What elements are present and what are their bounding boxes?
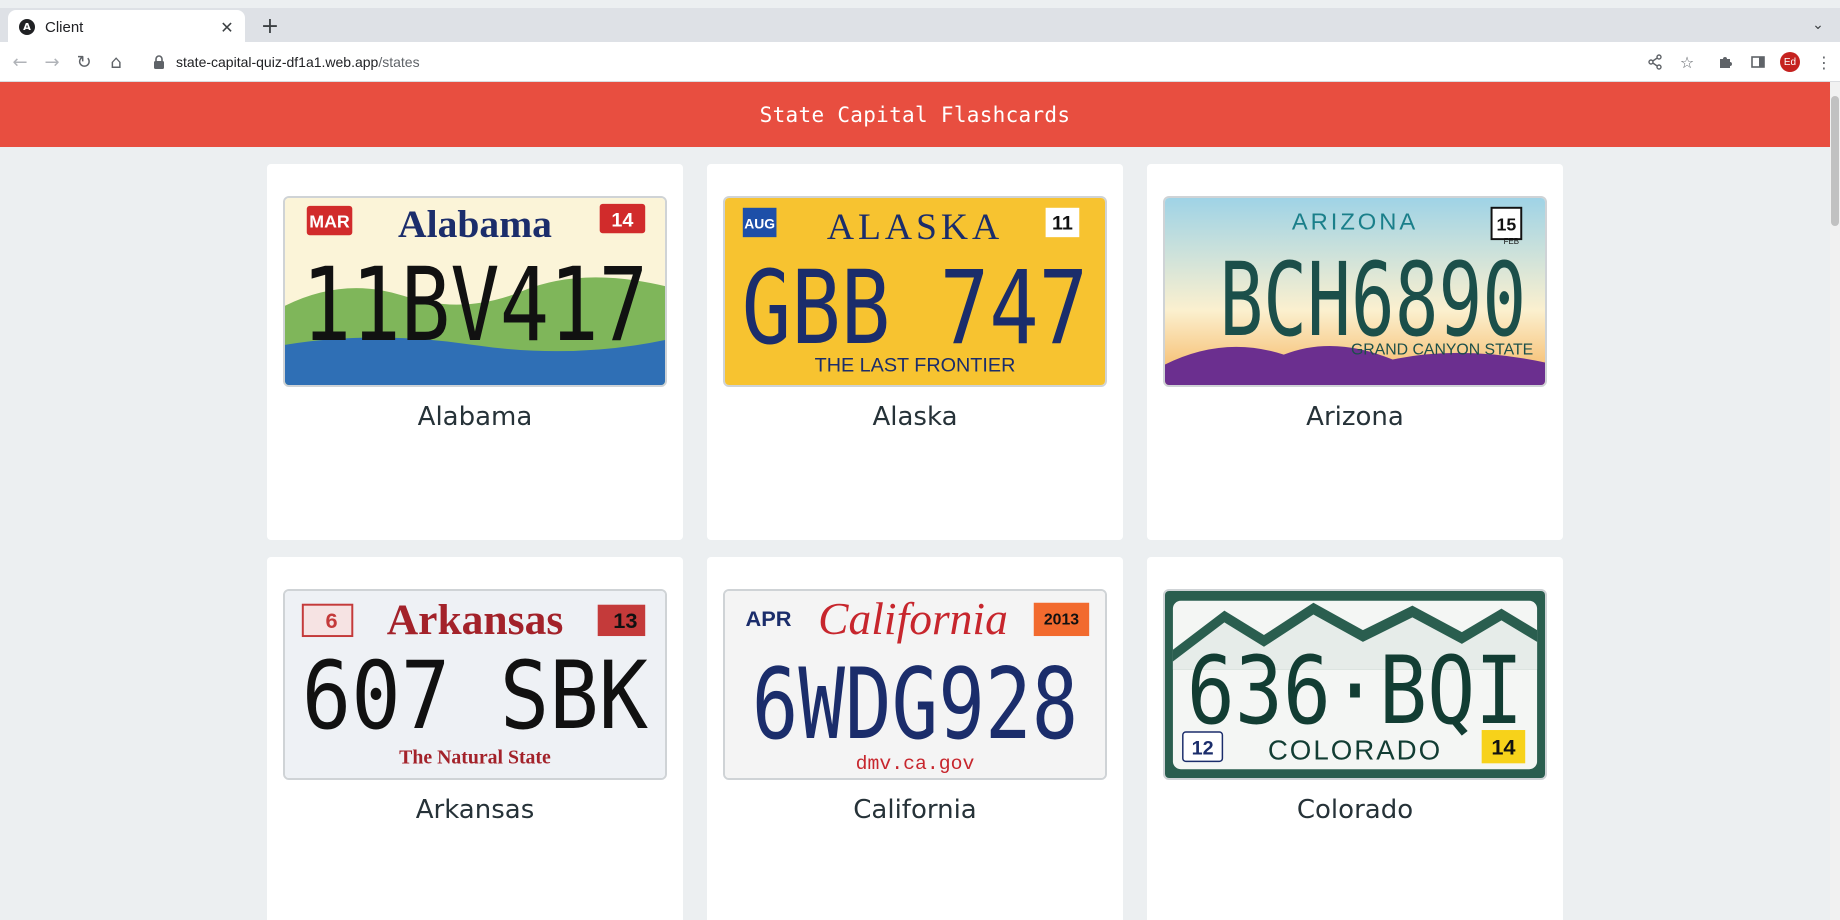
state-card-alaska[interactable]: AUG 11 ALASKA GBB 747 THE LAST FRONTIER … <box>707 164 1123 540</box>
url-path: /states <box>378 54 420 70</box>
share-icon[interactable] <box>1643 50 1667 74</box>
svg-text:MAR: MAR <box>309 211 350 231</box>
svg-text:dmv.ca.gov: dmv.ca.gov <box>856 753 975 775</box>
svg-text:13: 13 <box>613 608 637 633</box>
extensions-puzzle-icon[interactable] <box>1714 50 1738 74</box>
svg-text:6: 6 <box>325 608 337 633</box>
svg-text:11: 11 <box>1052 212 1073 234</box>
address-bar[interactable]: state-capital-quiz-df1a1.web.app/states <box>138 46 1598 78</box>
license-plate-image: ARIZONA 15 FEB BCH6890 GRAND CANYON STAT… <box>1163 196 1547 387</box>
svg-text:The Natural State: The Natural State <box>399 746 551 768</box>
svg-text:ALASKA: ALASKA <box>827 207 1003 248</box>
svg-text:GBB 747: GBB 747 <box>742 249 1088 367</box>
svg-text:Arkansas: Arkansas <box>387 596 564 644</box>
state-card-alabama[interactable]: MAR 14 Alabama 11BV417 Alabama <box>267 164 683 540</box>
svg-text:AUG: AUG <box>744 216 775 231</box>
close-tab-icon[interactable]: ✕ <box>217 17 237 37</box>
app-header: State Capital Flashcards <box>0 82 1830 147</box>
new-tab-icon[interactable]: + <box>258 14 282 39</box>
angular-favicon-icon: A <box>19 19 35 35</box>
license-plate-image: MAR 14 Alabama 11BV417 <box>283 196 667 387</box>
svg-text:11BV417: 11BV417 <box>302 246 648 364</box>
state-name: Alabama <box>417 402 533 432</box>
svg-text:15: 15 <box>1497 214 1517 234</box>
profile-avatar[interactable]: Ed <box>1780 52 1800 72</box>
svg-text:12: 12 <box>1192 738 1214 760</box>
more-menu-icon[interactable]: ⋮ <box>1812 50 1836 74</box>
state-card-arizona[interactable]: ARIZONA 15 FEB BCH6890 GRAND CANYON STAT… <box>1147 164 1563 540</box>
license-plate-image: APR California 2013 6WDG928 dmv.ca.gov <box>723 589 1107 780</box>
scrollbar-thumb[interactable] <box>1831 96 1839 226</box>
url-text: state-capital-quiz-df1a1.web.app/states <box>176 54 420 70</box>
state-card-colorado[interactable]: 636·BQI 12 COLORADO 14 Colorado <box>1147 557 1563 920</box>
state-name: Arkansas <box>415 795 535 825</box>
svg-text:APR: APR <box>746 606 792 631</box>
bookmark-star-icon[interactable]: ☆ <box>1675 50 1699 74</box>
svg-text:14: 14 <box>1491 735 1515 760</box>
svg-text:ARIZONA: ARIZONA <box>1292 209 1418 235</box>
page-scrollbar[interactable] <box>1830 82 1840 920</box>
svg-text:607 SBK: 607 SBK <box>302 642 648 751</box>
back-arrow-icon[interactable]: ← <box>8 50 32 74</box>
browser-toolbar: ← → ↻ ⌂ state-capital-quiz-df1a1.web.app… <box>0 42 1840 82</box>
lock-icon[interactable] <box>152 55 166 69</box>
state-card-california[interactable]: APR California 2013 6WDG928 dmv.ca.gov C… <box>707 557 1123 920</box>
license-plate-image: 636·BQI 12 COLORADO 14 <box>1163 589 1547 780</box>
page-title: State Capital Flashcards <box>759 102 1071 127</box>
svg-text:California: California <box>818 594 1008 644</box>
reload-icon[interactable]: ↻ <box>72 50 96 74</box>
state-name: Arizona <box>1306 402 1404 432</box>
svg-text:6WDG928: 6WDG928 <box>752 648 1079 761</box>
tab-search-chevron-icon[interactable]: ⌄ <box>1808 15 1828 35</box>
url-host: state-capital-quiz-df1a1.web.app <box>176 54 379 70</box>
svg-text:2013: 2013 <box>1044 611 1079 628</box>
svg-text:14: 14 <box>611 209 633 231</box>
browser-tab[interactable]: A Client ✕ <box>8 10 245 44</box>
side-panel-icon[interactable] <box>1746 50 1770 74</box>
svg-text:GRAND CANYON STATE: GRAND CANYON STATE <box>1351 342 1533 359</box>
forward-arrow-icon[interactable]: → <box>40 50 64 74</box>
svg-text:Alabama: Alabama <box>398 202 552 246</box>
svg-text:THE LAST FRONTIER: THE LAST FRONTIER <box>815 354 1016 376</box>
svg-text:COLORADO: COLORADO <box>1268 735 1442 766</box>
state-card-arkansas[interactable]: 6 13 Arkansas 607 SBK The Natural State … <box>267 557 683 920</box>
home-icon[interactable]: ⌂ <box>104 50 128 74</box>
state-name: Alaska <box>872 402 958 432</box>
state-name: Colorado <box>1296 795 1414 825</box>
tab-strip: A Client ✕ + ⌄ <box>0 0 1840 44</box>
license-plate-image: 6 13 Arkansas 607 SBK The Natural State <box>283 589 667 780</box>
state-name: California <box>853 795 977 825</box>
license-plate-image: AUG 11 ALASKA GBB 747 THE LAST FRONTIER <box>723 196 1107 387</box>
svg-text:636·BQI: 636·BQI <box>1187 637 1523 746</box>
tab-title: Client <box>45 18 84 36</box>
